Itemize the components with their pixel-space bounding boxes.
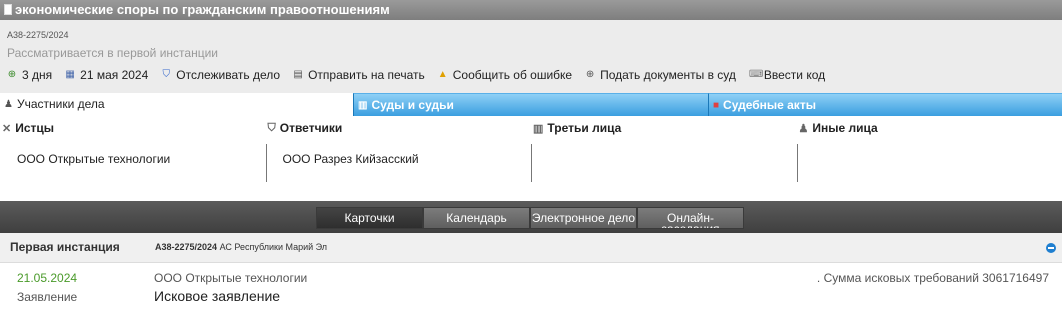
case-number: А38-2275/2024 bbox=[7, 30, 69, 40]
tab-participants[interactable]: ♟ Участники дела bbox=[0, 93, 353, 116]
participants-panel: ✕ Истцы ООО Открытые технологии ⛉ Ответч… bbox=[0, 116, 1062, 201]
instance-court: АС Республики Марий Эл bbox=[219, 242, 328, 252]
view-calendar-button[interactable]: Календарь bbox=[423, 207, 530, 229]
document-party: ООО Открытые технологии bbox=[154, 271, 308, 285]
view-cards-button[interactable]: Карточки bbox=[316, 207, 423, 229]
document-title[interactable]: Исковое заявление bbox=[154, 288, 280, 304]
defendants-label: Ответчики bbox=[279, 121, 343, 135]
building-icon: ▥ bbox=[533, 122, 544, 135]
document-date: 21.05.2024 bbox=[17, 271, 78, 285]
shield-icon: ⛉ bbox=[267, 121, 276, 134]
instance-title: Первая инстанция bbox=[10, 240, 120, 254]
title-bar: экономические споры по гражданским право… bbox=[0, 0, 1062, 20]
action-label: Сообщить об ошибке bbox=[452, 68, 573, 82]
action-label: Подать документы в суд bbox=[600, 68, 736, 82]
document-entry: 21.05.2024 Заявление ООО Открытые технол… bbox=[0, 263, 1062, 308]
tab-bar: ♟ Участники дела ▥ Суды и судьи ■ Судебн… bbox=[0, 93, 1062, 116]
document-icon bbox=[4, 3, 12, 15]
other-persons-label: Иные лица bbox=[812, 121, 878, 135]
enter-code-button[interactable]: ⌨ Ввести код bbox=[749, 68, 825, 82]
submit-documents-button[interactable]: ⊕ Подать документы в суд bbox=[585, 68, 736, 82]
view-switch-bar: Карточки Календарь Электронное дело Онла… bbox=[0, 201, 1062, 233]
report-error-button[interactable]: ▲ Сообщить об ошибке bbox=[438, 68, 572, 82]
pdf-icon: ■ bbox=[713, 99, 720, 111]
plaintiffs-heading: ✕ Истцы bbox=[2, 121, 54, 135]
plaintiff-name[interactable]: ООО Открытые технологии bbox=[17, 152, 170, 166]
crossed-swords-icon: ✕ bbox=[2, 122, 12, 135]
other-persons-column: ♟ Иные лица bbox=[796, 116, 1062, 201]
defendants-heading: ⛉ Ответчики bbox=[268, 121, 343, 135]
action-date: ▦ 21 мая 2024 bbox=[65, 68, 148, 82]
defendant-name[interactable]: ООО Разрез Кийзасский bbox=[283, 152, 419, 166]
code-icon: ⌨ bbox=[748, 69, 764, 80]
action-label: 21 мая 2024 bbox=[80, 68, 149, 82]
view-electronic-case-button[interactable]: Электронное дело bbox=[530, 207, 637, 229]
action-days: ⊕ 3 дня bbox=[7, 68, 52, 82]
track-case-button[interactable]: ⛉ Отслеживать дело bbox=[161, 68, 281, 82]
column-divider bbox=[796, 144, 798, 182]
tab-label: Судебные акты bbox=[723, 97, 816, 112]
title-bar-text: экономические споры по гражданским право… bbox=[15, 2, 390, 17]
collapse-icon[interactable] bbox=[1046, 243, 1056, 253]
case-status: Рассматривается в первой инстанции bbox=[7, 46, 218, 60]
action-label: Ввести код bbox=[763, 68, 826, 82]
clock-icon: ⊕ bbox=[7, 69, 17, 80]
third-parties-column: ▥ Третьи лица bbox=[531, 116, 797, 201]
third-parties-heading: ▥ Третьи лица bbox=[533, 121, 621, 135]
action-label: Отслеживать дело bbox=[176, 68, 281, 82]
person-icon: ♟ bbox=[798, 122, 809, 135]
printer-icon: ▤ bbox=[293, 69, 303, 80]
view-online-hearings-button[interactable]: Онлайн-заседания bbox=[637, 207, 744, 229]
case-actions: ⊕ 3 дня ▦ 21 мая 2024 ⛉ Отслеживать дело… bbox=[7, 68, 838, 82]
view-button-group: Карточки Календарь Электронное дело Онла… bbox=[316, 207, 744, 229]
plaintiffs-column: ✕ Истцы ООО Открытые технологии bbox=[0, 116, 266, 201]
column-divider bbox=[531, 144, 532, 182]
instance-header[interactable]: Первая инстанция А38-2275/2024 АС Респуб… bbox=[0, 233, 1062, 263]
instance-case-info: А38-2275/2024 АС Республики Марий Эл bbox=[155, 242, 327, 252]
action-label: Отправить на печать bbox=[308, 68, 425, 82]
case-header: А38-2275/2024 Рассматривается в первой и… bbox=[0, 20, 1062, 93]
document-claim-sum: . Сумма исковых требований 3061716497 bbox=[816, 271, 1049, 285]
other-persons-heading: ♟ Иные лица bbox=[799, 121, 878, 135]
calendar-icon: ▦ bbox=[65, 69, 75, 80]
column-divider bbox=[265, 144, 267, 182]
action-label: 3 дня bbox=[22, 68, 53, 82]
court-icon: ▥ bbox=[358, 99, 368, 111]
third-parties-label: Третьи лица bbox=[547, 121, 622, 135]
tab-label: Участники дела bbox=[16, 97, 105, 111]
instance-case-number: А38-2275/2024 bbox=[155, 242, 218, 252]
tab-courts-judges[interactable]: ▥ Суды и судьи bbox=[353, 93, 708, 116]
tab-label: Суды и судьи bbox=[371, 97, 454, 112]
defendants-column: ⛉ Ответчики ООО Разрез Кийзасский bbox=[265, 116, 532, 201]
warning-icon: ▲ bbox=[437, 69, 448, 80]
plaintiffs-label: Истцы bbox=[15, 121, 55, 135]
shield-icon: ⛉ bbox=[162, 69, 171, 80]
tab-court-acts[interactable]: ■ Судебные акты bbox=[708, 93, 1062, 116]
person-icon: ♟ bbox=[4, 99, 13, 110]
document-type: Заявление bbox=[17, 290, 78, 304]
print-button[interactable]: ▤ Отправить на печать bbox=[293, 68, 425, 82]
plus-circle-icon: ⊕ bbox=[585, 69, 595, 80]
